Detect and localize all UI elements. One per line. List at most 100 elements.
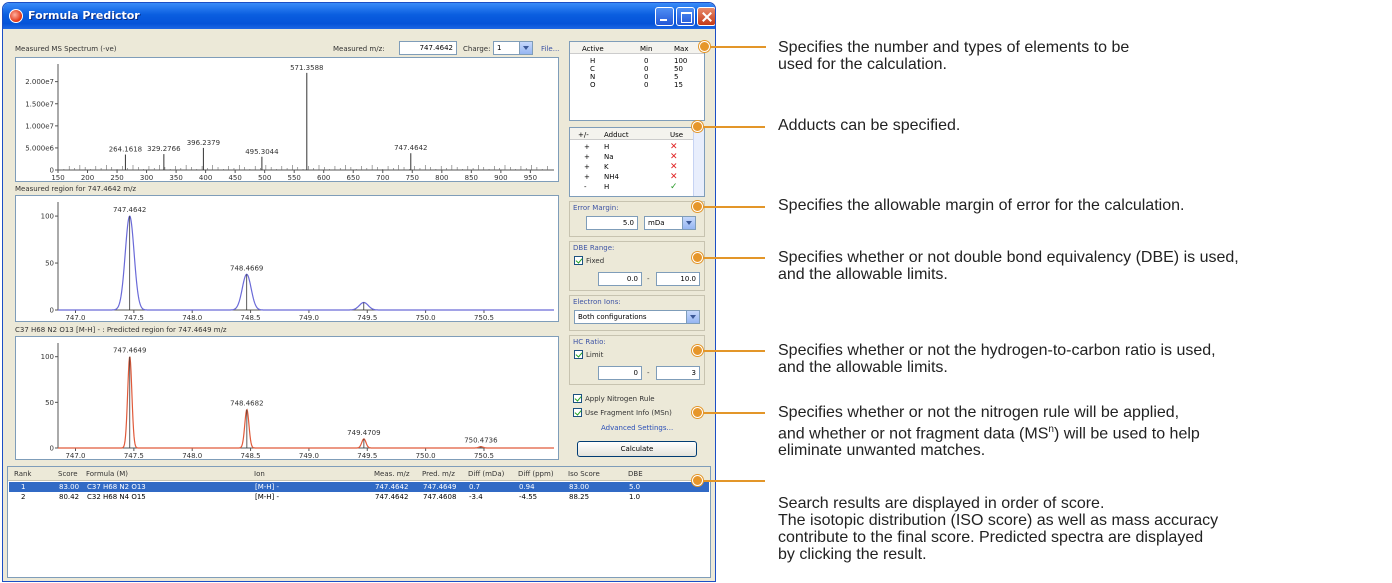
- y-tick-label: 0: [50, 167, 54, 175]
- result-cell: 747.4642: [375, 483, 409, 491]
- calculate-button[interactable]: Calculate: [577, 441, 697, 457]
- annotation-text: The isotopic distribution (ISO score) as…: [778, 512, 1219, 529]
- checkmark-icon[interactable]: ✓: [670, 182, 678, 192]
- hc-min-input[interactable]: 0: [598, 366, 642, 380]
- measured-region-label: Measured region for 747.4642 m/z: [15, 185, 137, 193]
- error-margin-unit-select[interactable]: mDa: [644, 216, 696, 230]
- hc-limit-label: Limit: [586, 351, 604, 359]
- result-cell: 2: [21, 493, 26, 501]
- adducts-col-adduct: Adduct: [604, 131, 629, 139]
- title-bar[interactable]: Formula Predictor: [3, 3, 715, 29]
- result-cell: 83.00: [59, 483, 80, 491]
- adducts-scrollbar[interactable]: [693, 128, 704, 196]
- callout-line-adducts: [697, 126, 765, 128]
- y-tick-label: 0: [50, 307, 54, 315]
- peak-label: 747.4649: [113, 347, 146, 355]
- x-tick-label: 200: [81, 174, 94, 182]
- error-margin-input[interactable]: 5.0: [586, 216, 638, 230]
- advanced-settings-link[interactable]: Advanced Settings...: [601, 424, 673, 432]
- charge-value: 1: [497, 44, 502, 52]
- results-column-header[interactable]: Meas. m/z: [374, 470, 410, 478]
- peak-label: 329.2766: [147, 145, 181, 153]
- nitrogen-rule-checkbox[interactable]: [573, 394, 582, 403]
- y-tick-label: 2.000e7: [25, 78, 54, 86]
- adduct-name: Na: [604, 153, 614, 161]
- dbe-max-input[interactable]: 10.0: [656, 272, 700, 286]
- x-tick-label: 650: [347, 174, 360, 182]
- results-column-header[interactable]: DBE: [628, 470, 643, 478]
- adduct-name: H: [604, 183, 610, 191]
- results-column-header[interactable]: Formula (M): [86, 470, 128, 478]
- results-column-header[interactable]: Pred. m/z: [422, 470, 455, 478]
- hc-limit-checkbox[interactable]: [574, 350, 583, 359]
- results-column-header[interactable]: Rank: [14, 470, 32, 478]
- maximize-button[interactable]: [676, 7, 695, 26]
- x-tick-label: 850: [465, 174, 478, 182]
- peak-label: 264.1618: [109, 146, 142, 154]
- y-tick-label: 50: [45, 260, 54, 268]
- adducts-table[interactable]: +/- Adduct Use + H ✕ + Na ✕ + K ✕ + NH4 ✕ - H ✓: [569, 127, 705, 197]
- y-tick-label: 0: [50, 445, 54, 453]
- annotation-text: and the allowable limits.: [778, 266, 948, 283]
- results-column-header[interactable]: Score: [58, 470, 78, 478]
- charge-select[interactable]: 1: [493, 41, 533, 55]
- annotation-text: Specifies the allowable margin of error …: [778, 197, 1185, 214]
- x-tick-label: 900: [494, 174, 507, 182]
- measured-region-chart: 747.0 747.5 748.0 748.5 749.0 749.5 750.0 750.5…: [41, 202, 554, 322]
- x-tick-label: 400: [199, 174, 212, 182]
- callout-line-results: [697, 480, 765, 482]
- y-tick-label: 100: [41, 213, 54, 221]
- app-icon: [9, 9, 23, 23]
- callout-line-dbe: [697, 257, 765, 259]
- result-row[interactable]: 1 83.00 C37 H68 N2 O13 [M-H] - 747.4642 747.4…: [9, 482, 709, 492]
- annotation-text: Specifies the number and types of elemen…: [778, 39, 1130, 56]
- annotation-hc: Specifies whether or not the hydrogen-to…: [778, 342, 1388, 376]
- cross-icon[interactable]: ✕: [670, 142, 678, 152]
- predicted-region-plot: 747.0 747.5 748.0 748.5 749.0 749.5 750.0 750.5…: [15, 336, 559, 460]
- results-column-header[interactable]: Iso Score: [568, 470, 600, 478]
- cross-icon[interactable]: ✕: [670, 172, 678, 182]
- x-tick-label: 150: [51, 174, 64, 182]
- file-button[interactable]: File...: [541, 45, 559, 53]
- x-tick-label: 749.0: [299, 314, 319, 322]
- results-column-header[interactable]: Diff (ppm): [518, 470, 554, 478]
- dbe-min-input[interactable]: 0.0: [598, 272, 642, 286]
- result-cell: 83.00: [569, 483, 590, 491]
- annotation-text: Adducts can be specified.: [778, 117, 961, 134]
- x-tick-label: 750.0: [416, 314, 436, 322]
- results-table[interactable]: Rank Score Formula (M) Ion Meas. m/z Pred. m/…: [7, 466, 711, 578]
- close-button[interactable]: [697, 7, 715, 26]
- annotation-text: by clicking the result.: [778, 546, 927, 563]
- y-tick-label: 5.000e6: [25, 144, 54, 152]
- element-min: 0: [644, 73, 649, 81]
- result-row[interactable]: 2 80.42 C32 H68 N4 O15 [M-H] - 747.4642 747.4…: [9, 492, 709, 502]
- settings-panel: Active Min Max H 0 100 C 0 50 N 0 5 O 0 15 +/- Addu…: [567, 33, 707, 463]
- fragment-info-checkbox[interactable]: [573, 408, 582, 417]
- results-column-header[interactable]: Ion: [254, 470, 265, 478]
- hc-max-input[interactable]: 3: [656, 366, 700, 380]
- result-cell: 747.4642: [375, 493, 409, 501]
- dbe-fixed-label: Fixed: [586, 257, 605, 265]
- x-tick-label: 700: [376, 174, 389, 182]
- x-tick-label: 747.0: [65, 314, 85, 322]
- elements-col-active: Active: [582, 45, 604, 53]
- cross-icon[interactable]: ✕: [670, 152, 678, 162]
- electron-ions-select[interactable]: Both configurations: [574, 310, 700, 324]
- callout-line-error-margin: [697, 206, 765, 208]
- peak-label: 748.4682: [230, 400, 263, 408]
- measured-mz-input[interactable]: 747.4642: [399, 41, 457, 55]
- peak-label: 748.4669: [230, 264, 263, 272]
- x-tick-label: 750.5: [474, 314, 494, 322]
- adduct-sign: -: [584, 183, 587, 191]
- x-tick-label: 550: [288, 174, 301, 182]
- dbe-fixed-checkbox[interactable]: [574, 256, 583, 265]
- minimize-button[interactable]: [655, 7, 674, 26]
- cross-icon[interactable]: ✕: [670, 162, 678, 172]
- adducts-col-sign: +/-: [578, 131, 589, 139]
- results-column-header[interactable]: Diff (mDa): [468, 470, 504, 478]
- result-cell: 88.25: [569, 493, 590, 501]
- error-margin-group: Error Margin: 5.0 mDa: [569, 201, 705, 237]
- callout-dot-hc: [692, 345, 703, 356]
- adduct-sign: +: [584, 153, 590, 161]
- elements-table[interactable]: Active Min Max H 0 100 C 0 50 N 0 5 O 0 15: [569, 41, 705, 121]
